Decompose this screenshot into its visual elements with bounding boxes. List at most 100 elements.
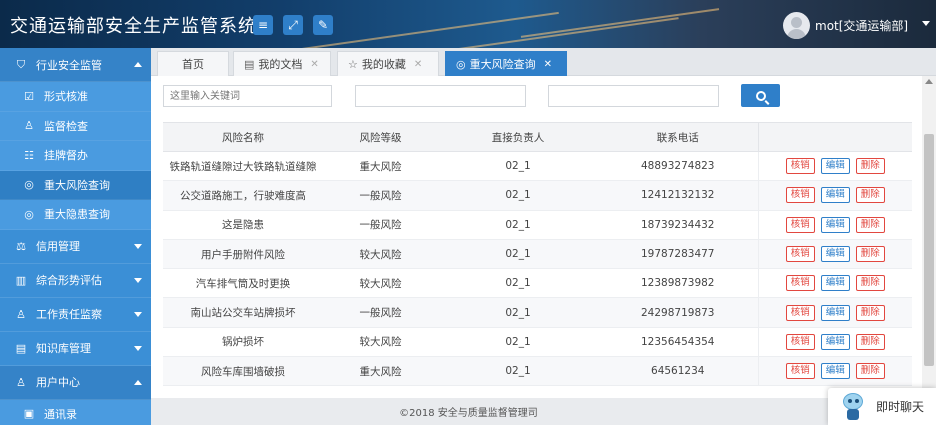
scrollbar-thumb[interactable] (924, 134, 934, 366)
table-row: 汽车排气筒及时更换 较大风险 02_1 12389873982 核销 编辑 删除 (163, 268, 912, 299)
risk-name-cell: 锅炉损坏 (163, 327, 323, 358)
writeoff-button[interactable]: 核销 (785, 187, 815, 204)
edit-row-button[interactable]: 编辑 (820, 363, 850, 380)
actions-cell: 核销 编辑 删除 (757, 356, 912, 387)
owner-cell: 02_1 (438, 239, 598, 270)
delete-button[interactable]: 删除 (855, 187, 885, 204)
column-header: 联系电话 (598, 122, 758, 152)
risk-level-cell: 一般风险 (323, 297, 438, 328)
sidebar-item-major-hazard[interactable]: ◎ 重大隐患查询 (0, 200, 151, 230)
risk-table: 风险名称 风险等级 直接负责人 联系电话 铁路轨道缝隙过大铁路轨道缝隙 重大风险 0… (163, 122, 912, 387)
search-field-2[interactable] (355, 85, 526, 107)
address-book-icon: ▣ (23, 407, 35, 421)
keyword-search-input[interactable] (163, 85, 332, 107)
writeoff-button[interactable]: 核销 (785, 333, 815, 350)
chat-widget[interactable]: 即时聊天 (828, 388, 936, 425)
column-header: 风险等级 (323, 122, 438, 152)
tab-label: 我的收藏 (361, 58, 406, 71)
book-icon: ▤ (15, 341, 27, 355)
edit-row-button[interactable]: 编辑 (820, 158, 850, 175)
tab-major-risk[interactable]: ◎ 重大风险查询 ✕ (445, 51, 567, 76)
writeoff-button[interactable]: 核销 (785, 275, 815, 292)
delete-button[interactable]: 删除 (855, 333, 885, 350)
risk-level-cell: 较大风险 (323, 327, 438, 358)
edit-row-button[interactable]: 编辑 (820, 216, 850, 233)
owner-cell: 02_1 (438, 151, 598, 182)
search-field-3[interactable] (548, 85, 719, 107)
shield-small-icon: ◎ (24, 207, 34, 221)
edit-button[interactable]: ✎ (313, 15, 333, 35)
sidebar-group-label: 综合形势评估 (36, 274, 102, 287)
table-row: 锅炉损坏 较大风险 02_1 12356454354 核销 编辑 删除 (163, 327, 912, 358)
edit-row-button[interactable]: 编辑 (820, 304, 850, 321)
delete-button[interactable]: 删除 (855, 363, 885, 380)
chat-label: 即时聊天 (876, 400, 925, 414)
writeoff-button[interactable]: 核销 (785, 363, 815, 380)
edit-row-button[interactable]: 编辑 (820, 333, 850, 350)
edit-icon: ✎ (317, 18, 329, 32)
owner-cell: 02_1 (438, 210, 598, 240)
bar-chart-icon: ▥ (15, 273, 27, 287)
writeoff-button[interactable]: 核销 (785, 216, 815, 233)
user-icon: ♙ (16, 307, 26, 321)
delete-button[interactable]: 删除 (855, 158, 885, 175)
phone-cell: 64561234 (598, 356, 758, 387)
tab-label: 首页 (182, 58, 204, 71)
username[interactable]: mot[交通运输部] (815, 17, 908, 34)
user-icon: ♙ (16, 375, 26, 389)
risk-level-cell: 较大风险 (323, 268, 438, 299)
sidebar-group-credit[interactable]: ⚖ 信用管理 (0, 230, 151, 264)
writeoff-button[interactable]: 核销 (785, 158, 815, 175)
document-icon: ▤ (244, 57, 255, 71)
tab-label: 我的文档 (258, 58, 303, 71)
sidebar-group-assessment[interactable]: ▥ 综合形势评估 (0, 264, 151, 298)
scale-icon: ⚖ (16, 239, 26, 253)
sidebar-item-contacts[interactable]: ▣ 通讯录 (0, 399, 151, 425)
sidebar-item-label: 挂牌督办 (44, 149, 88, 163)
tab-home[interactable]: 首页 (157, 51, 229, 76)
sidebar-item-inspection[interactable]: ♙ 监督检查 (0, 111, 151, 141)
avatar[interactable] (783, 12, 810, 39)
actions-cell: 核销 编辑 删除 (757, 180, 912, 211)
sidebar: ⛉ 行业安全监管 ☑ 形式核准 ♙ 监督检查 ☷ 挂牌督办 ◎ 重大风险查询 ◎… (0, 48, 151, 425)
sidebar-group-user-center[interactable]: ♙ 用户中心 (0, 365, 151, 400)
sidebar-item-major-risk[interactable]: ◎ 重大风险查询 (0, 170, 151, 200)
close-icon[interactable]: ✕ (310, 59, 318, 70)
sidebar-group-safety[interactable]: ⛉ 行业安全监管 (0, 48, 151, 82)
tab-my-favorites[interactable]: ☆ 我的收藏 ✕ (337, 51, 439, 76)
edit-row-button[interactable]: 编辑 (820, 187, 850, 204)
tab-label: 重大风险查询 (469, 58, 536, 71)
tab-my-documents[interactable]: ▤ 我的文档 ✕ (233, 51, 331, 76)
delete-button[interactable]: 删除 (855, 275, 885, 292)
sidebar-item-form-approval[interactable]: ☑ 形式核准 (0, 82, 151, 112)
risk-level-cell: 重大风险 (323, 356, 438, 387)
close-icon[interactable]: ✕ (544, 59, 552, 70)
list-icon: ☷ (24, 148, 34, 162)
actions-cell: 核销 编辑 删除 (757, 151, 912, 182)
main-content: 风险名称 风险等级 直接负责人 联系电话 铁路轨道缝隙过大铁路轨道缝隙重大风险0… (151, 76, 922, 398)
delete-button[interactable]: 删除 (855, 246, 885, 263)
edit-row-button[interactable]: 编辑 (820, 246, 850, 263)
edit-row-button[interactable]: 编辑 (820, 275, 850, 292)
sidebar-item-supervision[interactable]: ☷ 挂牌督办 (0, 141, 151, 171)
phone-cell: 19787283477 (598, 239, 758, 270)
chevron-down-icon[interactable] (922, 21, 930, 26)
writeoff-button[interactable]: 核销 (785, 304, 815, 321)
user-icon: ♙ (24, 119, 34, 133)
vertical-scrollbar[interactable] (922, 76, 936, 398)
table-row: 公交道路施工，行驶难度高 一般风险 02_1 12412132132 核销 编辑 删除 (163, 180, 912, 211)
chevron-down-icon (134, 311, 142, 317)
scroll-up-icon[interactable] (925, 79, 933, 84)
delete-button[interactable]: 删除 (855, 304, 885, 321)
sidebar-group-label: 用户中心 (36, 376, 80, 389)
menu-toggle-button[interactable]: ≡ (253, 15, 273, 35)
delete-button[interactable]: 删除 (855, 216, 885, 233)
search-button[interactable] (741, 84, 780, 107)
risk-level-cell: 重大风险 (323, 151, 438, 182)
sidebar-group-responsibility[interactable]: ♙ 工作责任监察 (0, 298, 151, 332)
fullscreen-button[interactable]: ⤢ (283, 15, 303, 35)
sidebar-group-knowledge[interactable]: ▤ 知识库管理 (0, 332, 151, 366)
close-icon[interactable]: ✕ (414, 59, 422, 70)
sidebar-item-label: 形式核准 (44, 90, 88, 104)
writeoff-button[interactable]: 核销 (785, 246, 815, 263)
